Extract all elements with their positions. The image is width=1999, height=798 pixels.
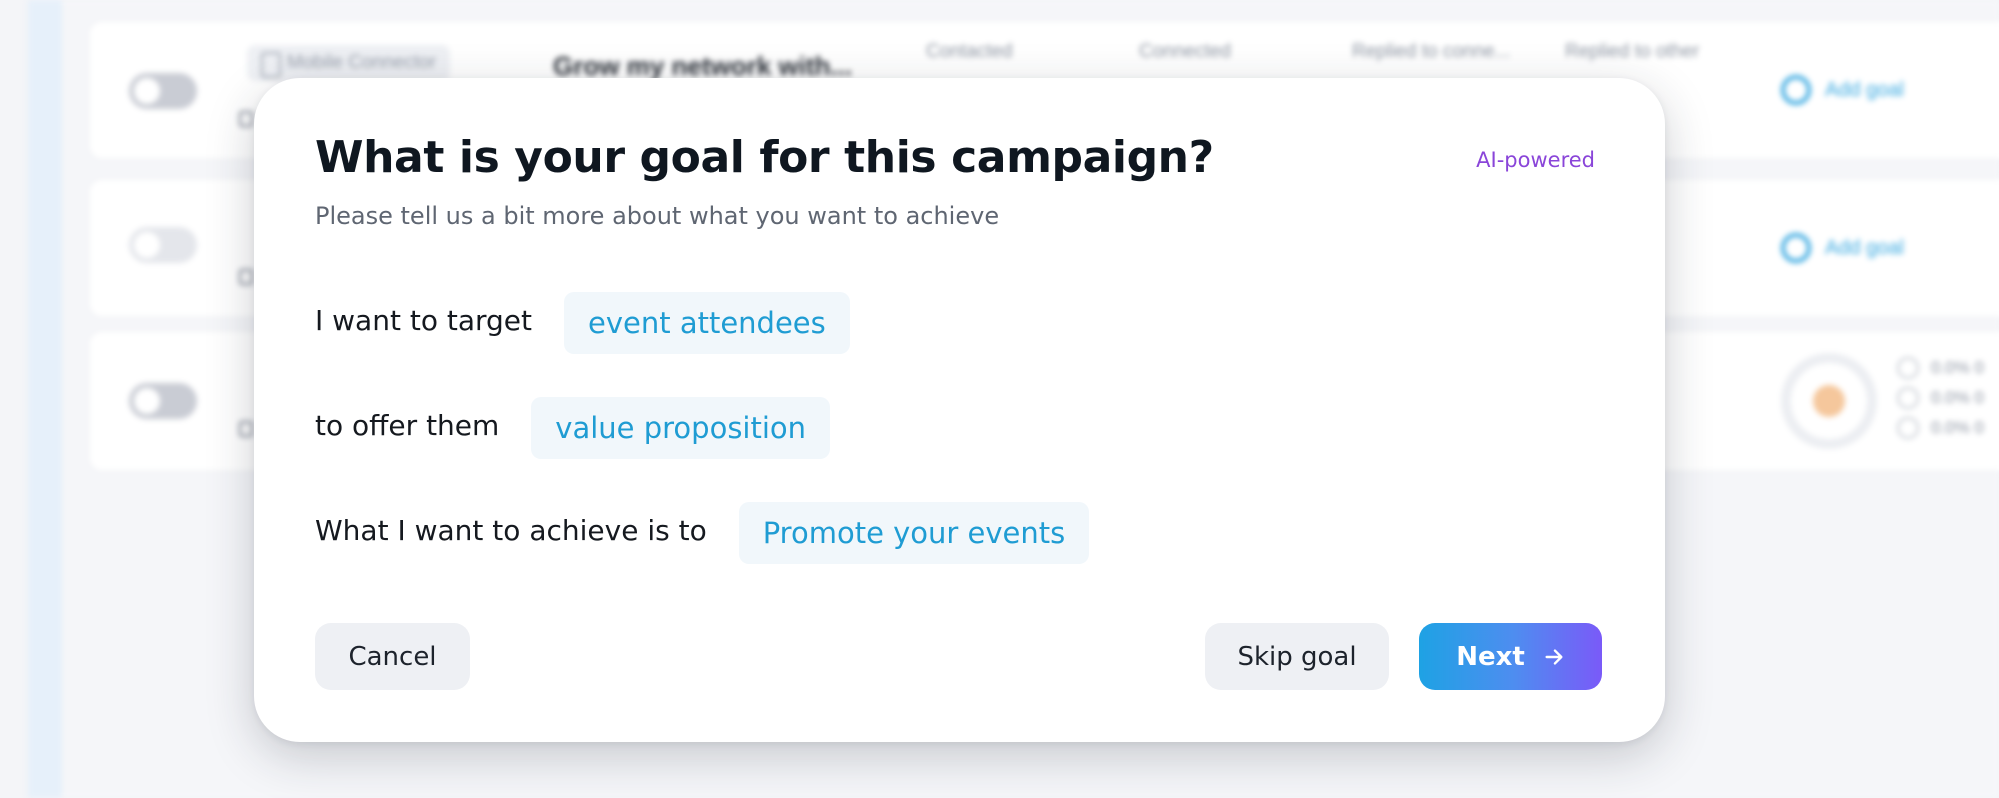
campaign-toggle[interactable]	[129, 227, 197, 263]
goal-row-target: I want to target event attendees	[315, 292, 850, 354]
stat-item: 0.0% 0	[1897, 357, 1984, 379]
column-header: Connected	[1139, 41, 1231, 62]
goal-label: to offer them	[315, 408, 500, 442]
goal-row-achieve: What I want to achieve is to Promote you…	[315, 502, 1090, 564]
add-goal-label: Add goal	[1825, 236, 1904, 259]
stat-icon	[1897, 357, 1919, 379]
column-header: Replied to conne...	[1352, 41, 1511, 62]
stat-value: 0.0% 0	[1931, 388, 1984, 407]
ai-powered-badge: AI-powered	[1476, 148, 1595, 172]
target-icon	[1781, 233, 1811, 263]
dialog-subtitle: Please tell us a bit more about what you…	[315, 202, 1000, 230]
skip-goal-button[interactable]: Skip goal	[1205, 623, 1389, 690]
cancel-button[interactable]: Cancel	[315, 623, 470, 690]
stat-item: 0.0% 0	[1897, 387, 1984, 409]
stat-item: 0.0% 0	[1897, 417, 1984, 439]
stat-value: 0.0% 0	[1931, 418, 1984, 437]
donut-center	[1813, 385, 1845, 417]
next-button-label: Next	[1456, 641, 1525, 672]
goal-label: I want to target	[315, 303, 532, 337]
dialog-title: What is your goal for this campaign?	[315, 132, 1214, 183]
campaign-toggle[interactable]	[129, 73, 197, 109]
progress-donut	[1781, 353, 1877, 449]
goal-row-offer: to offer them value proposition	[315, 397, 831, 459]
tag-label: Mobile Connector	[287, 52, 436, 73]
add-goal-link[interactable]: Add goal	[1781, 233, 1904, 263]
calendar-icon	[239, 421, 253, 437]
add-goal-label: Add goal	[1825, 78, 1904, 101]
next-button[interactable]: Next	[1419, 623, 1602, 690]
column-header: Contacted	[926, 41, 1013, 62]
column-header: Replied to other	[1565, 41, 1700, 62]
stat-icon	[1897, 417, 1919, 439]
goal-label: What I want to achieve is to	[315, 513, 707, 547]
goal-dialog: What is your goal for this campaign? AI-…	[254, 78, 1665, 742]
campaign-type-tag: Mobile Connector	[247, 45, 450, 81]
calendar-icon	[239, 269, 253, 285]
stat-icon	[1897, 387, 1919, 409]
objective-chip[interactable]: Promote your events	[738, 502, 1090, 564]
offer-chip[interactable]: value proposition	[531, 397, 831, 459]
sidebar	[28, 0, 62, 798]
add-goal-link[interactable]: Add goal	[1781, 75, 1904, 105]
arrow-right-icon	[1545, 648, 1563, 665]
stat-value: 0.0% 0	[1931, 358, 1984, 377]
target-audience-chip[interactable]: event attendees	[564, 292, 850, 354]
calendar-icon	[239, 111, 253, 127]
target-icon	[1781, 75, 1811, 105]
campaign-toggle[interactable]	[129, 383, 197, 419]
